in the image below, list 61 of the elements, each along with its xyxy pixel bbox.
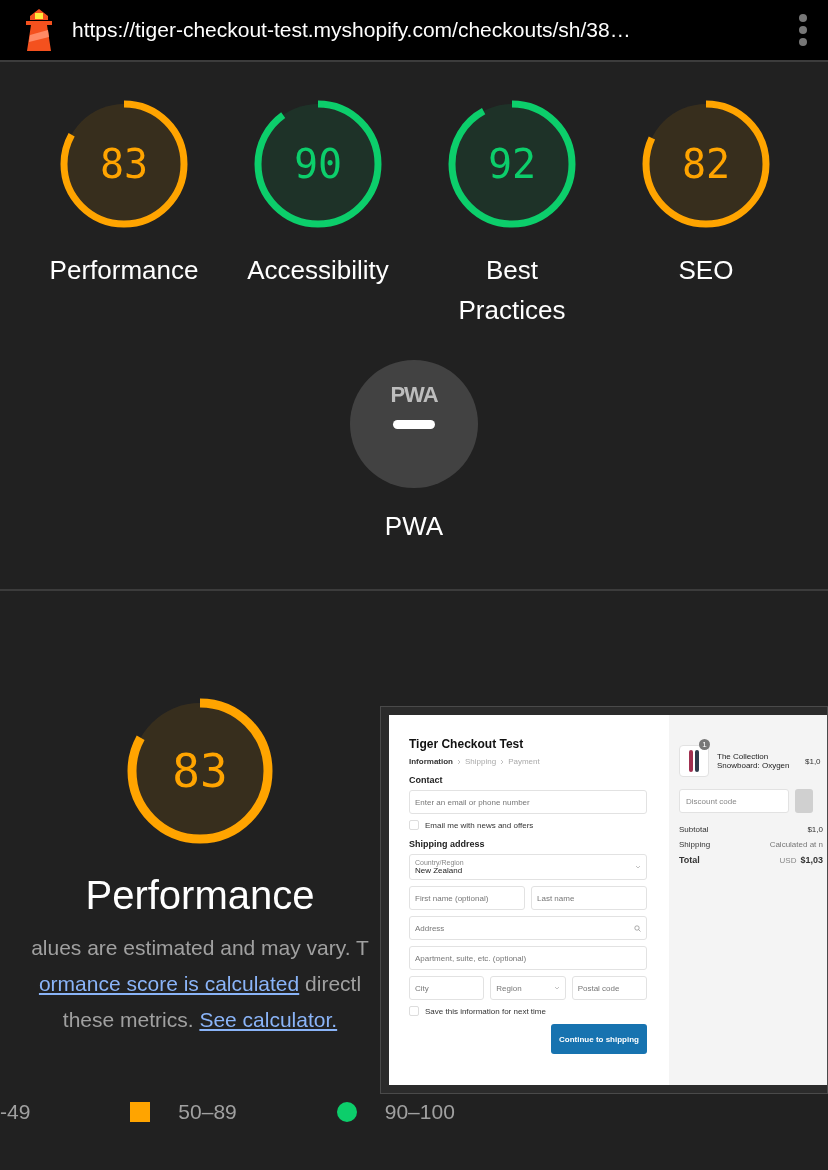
checkbox[interactable]	[409, 820, 419, 830]
dash-icon	[393, 420, 435, 429]
pwa-logo-text: PWA	[390, 384, 438, 406]
input-field[interactable]: Last name	[531, 886, 647, 910]
section-heading: Shipping address	[409, 839, 486, 849]
page-url: https://tiger-checkout-test.myshopify.com/checkouts/sh/38…	[72, 18, 632, 42]
summary-value: $1,03	[800, 855, 823, 865]
chevron-down-icon	[553, 986, 560, 990]
input-field[interactable]: Postal code	[571, 976, 647, 1000]
description-text: alues are estimated and may vary. T	[31, 936, 369, 960]
checkbox-label: Email me with news and offers	[425, 820, 534, 830]
category-label: Performance	[49, 254, 199, 287]
more-menu-icon[interactable]	[798, 13, 808, 47]
email-field[interactable]: Enter an email or phone number	[409, 790, 647, 814]
breadcrumb-step[interactable]: Information	[409, 757, 453, 766]
score-value: 83	[99, 141, 149, 187]
category-label: Best Practices	[457, 254, 567, 327]
square-icon	[130, 1102, 151, 1122]
chevron-icon	[500, 758, 505, 765]
category-label: SEO	[677, 254, 735, 287]
summary-value: $1,0	[807, 825, 823, 834]
score-value: 83	[172, 744, 228, 798]
category-label: PWA	[383, 510, 445, 543]
description-text: these metrics.	[62, 1008, 195, 1032]
summary-label: Total	[679, 855, 700, 865]
description-text: directl	[304, 972, 362, 996]
chevron-down-icon	[635, 865, 641, 869]
product-name: The Collection Snowboard: Oxygen	[717, 752, 791, 770]
input-field[interactable]: Address	[409, 916, 647, 940]
category-label: Accessibility	[246, 254, 390, 287]
help-link[interactable]: ormance score is calculated	[38, 972, 300, 995]
product-price: $1,0	[805, 756, 821, 766]
checkbox-label: Save this information for next time	[425, 1006, 546, 1016]
currency-code: USD	[779, 855, 797, 865]
checkbox[interactable]	[409, 1006, 419, 1016]
legend-label: -49	[0, 1100, 31, 1124]
apply-button[interactable]	[795, 789, 813, 813]
lighthouse-icon	[24, 9, 54, 51]
legend-label: 90–100	[384, 1100, 455, 1124]
search-icon	[634, 924, 641, 932]
circle-icon	[336, 1102, 357, 1122]
summary-label: Subtotal	[679, 825, 709, 834]
quantity-badge: 1	[699, 739, 710, 750]
input-field[interactable]: Region	[490, 976, 566, 1000]
section-heading: Contact	[409, 775, 444, 785]
legend-label: 50–89	[178, 1100, 237, 1124]
discount-field[interactable]: Discount code	[679, 789, 789, 813]
input-field[interactable]: First name (optional)	[409, 886, 525, 910]
score-value: 90	[293, 141, 343, 187]
summary-value: Calculated at n	[769, 840, 823, 849]
chevron-icon	[457, 758, 461, 765]
store-name: Tiger Checkout Test	[409, 737, 525, 751]
summary-label: Shipping	[679, 840, 711, 849]
score-value: 92	[487, 141, 537, 187]
input-field[interactable]: Apartment, suite, etc. (optional)	[409, 946, 647, 970]
performance-title: Performance	[85, 873, 315, 918]
product-thumbnail	[679, 745, 709, 777]
score-value: 82	[681, 141, 731, 187]
continue-button[interactable]: Continue to shipping	[551, 1024, 647, 1054]
input-field[interactable]: City	[409, 976, 485, 1000]
help-link[interactable]: See calculator.	[199, 1008, 338, 1031]
